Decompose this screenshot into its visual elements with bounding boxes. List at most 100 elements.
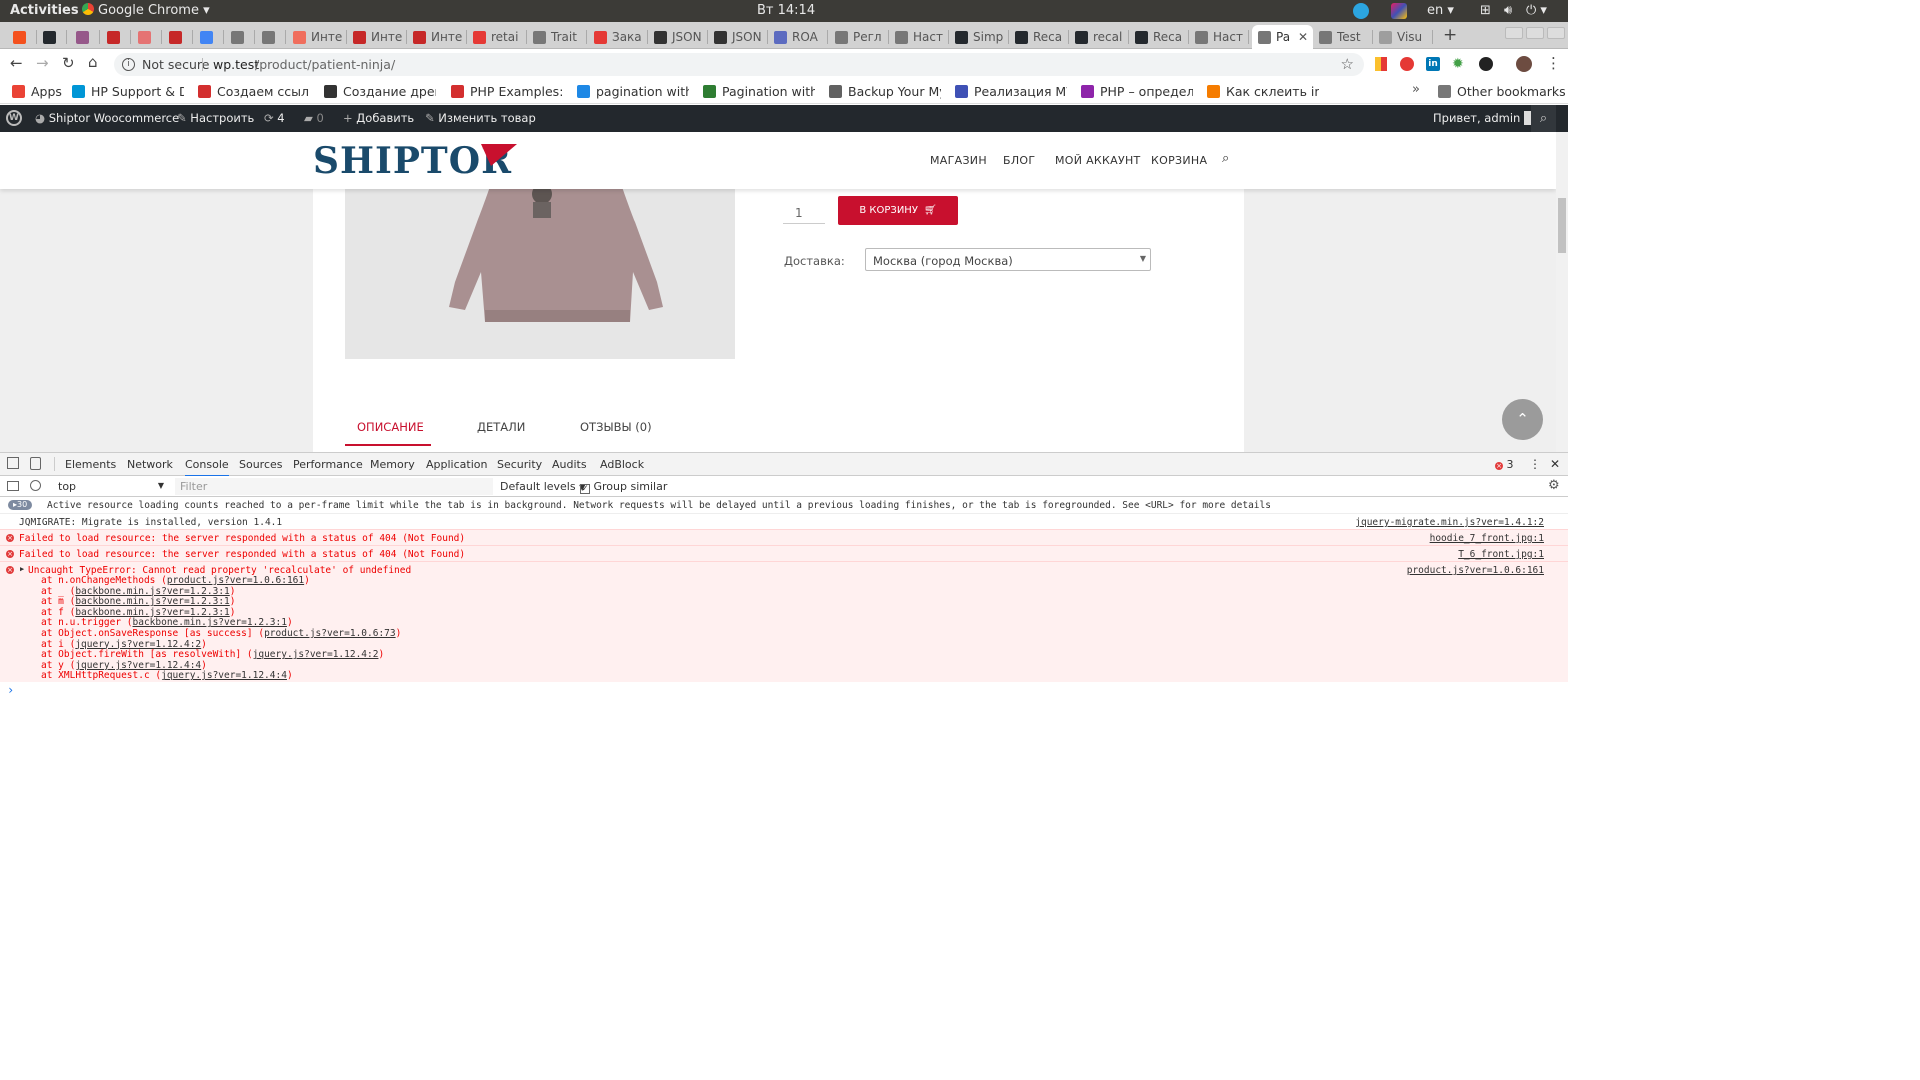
home-icon[interactable]: ⌂	[88, 53, 98, 71]
devtools-close-icon[interactable]: ✕	[1550, 457, 1560, 471]
wp-account-menu[interactable]: Привет, admin	[1433, 111, 1538, 125]
console-message[interactable]: JQMIGRATE: Migrate is installed, version…	[0, 513, 1568, 529]
tab[interactable]: JSON	[648, 25, 708, 49]
stack-frame-link[interactable]: product.js?ver=1.0.6:73	[264, 628, 396, 639]
stack-frame-link[interactable]: jquery.js?ver=1.12.4:4	[75, 660, 201, 671]
stack-frame-link[interactable]: jquery.js?ver=1.12.4:2	[253, 649, 379, 660]
tab[interactable]: Регл	[829, 25, 889, 49]
console-prompt[interactable]: ›	[7, 683, 14, 697]
wp-search-icon[interactable]: ⌕	[1531, 105, 1556, 132]
tab[interactable]: Pa ✕	[1252, 25, 1313, 49]
devtools-tab-network[interactable]: Network	[127, 458, 173, 471]
bookmark-item[interactable]: Backup Your My	[829, 83, 941, 100]
devtools-tab-performance[interactable]: Performance	[293, 458, 363, 471]
profile-avatar[interactable]	[1516, 56, 1532, 72]
sidebar-toggle-icon[interactable]	[7, 481, 19, 491]
tab-details[interactable]: ДЕТАЛИ	[477, 420, 525, 434]
info-icon[interactable]: i	[122, 58, 135, 71]
tab[interactable]: Visu	[1373, 25, 1433, 49]
tab-close-icon[interactable]: ✕	[1298, 30, 1308, 44]
menu-cart[interactable]: КОРЗИНА	[1151, 154, 1207, 167]
devtools-tab-sources[interactable]: Sources	[239, 458, 283, 471]
tab[interactable]: Инте	[407, 25, 467, 49]
console-error[interactable]: × Failed to load resource: the server re…	[0, 545, 1568, 561]
site-search-icon[interactable]: ⌕	[1222, 151, 1230, 166]
message-source-link[interactable]: hoodie_7_front.jpg:1	[1430, 533, 1544, 544]
devtools-tab-adblock[interactable]: AdBlock	[600, 458, 644, 471]
group-similar-checkbox[interactable]: ✓ Group similar	[580, 480, 667, 494]
stack-frame-link[interactable]: product.js?ver=1.0.6:161	[167, 575, 304, 586]
message-source-link[interactable]: T_6_front.jpg:1	[1458, 549, 1544, 560]
tab[interactable]: retai	[467, 25, 527, 49]
stack-frame-link[interactable]: jquery.js?ver=1.12.4:4	[161, 670, 287, 681]
bookmarks-overflow-button[interactable]: »	[1412, 82, 1420, 97]
console-error[interactable]: × ▶ Uncaught TypeError: Cannot read prop…	[0, 561, 1568, 682]
stack-frame-link[interactable]: backbone.min.js?ver=1.2.3:1	[75, 607, 229, 618]
expand-triangle-icon[interactable]: ▶	[20, 565, 24, 573]
menu-shop[interactable]: МАГАЗИН	[930, 154, 987, 167]
tab[interactable]: Наст	[1189, 25, 1249, 49]
tab[interactable]: recal	[1069, 25, 1129, 49]
tab[interactable]	[37, 25, 67, 49]
security-status[interactable]: Not secure	[142, 53, 209, 76]
window-maximize[interactable]	[1526, 27, 1544, 39]
tab[interactable]: Инте	[287, 25, 347, 49]
telegram-icon[interactable]	[1353, 3, 1369, 19]
menu-account[interactable]: МОЙ АККАУНТ	[1055, 154, 1141, 167]
tab[interactable]: Наст	[889, 25, 949, 49]
tab[interactable]	[7, 25, 37, 49]
console-message[interactable]: ▸30 Active resource loading counts reach…	[0, 497, 1568, 513]
window-minimize[interactable]	[1505, 27, 1523, 39]
tab[interactable]	[225, 25, 255, 49]
bookmark-star-icon[interactable]: ☆	[1341, 53, 1354, 76]
tab-description[interactable]: ОПИСАНИЕ	[357, 420, 424, 434]
power-icon[interactable]: ⏻ ▾	[1526, 3, 1547, 19]
tab-reviews[interactable]: ОТЗЫВЫ (0)	[580, 420, 652, 434]
devtools-tab-elements[interactable]: Elements	[65, 458, 116, 471]
bookmark-item[interactable]: Pagination with	[703, 83, 815, 100]
devtools-menu-icon[interactable]: ⋮	[1529, 457, 1541, 471]
device-toolbar-icon[interactable]	[30, 457, 41, 470]
tab[interactable]: JSON	[708, 25, 768, 49]
app-indicator-icon[interactable]	[1391, 3, 1407, 19]
devtools-tab-audits[interactable]: Audits	[552, 458, 587, 471]
tab[interactable]	[132, 25, 162, 49]
bookmark-item[interactable]: Создаем ссылку	[198, 83, 310, 100]
clock[interactable]: Вт 14:14	[757, 3, 815, 19]
devtools-tab-application[interactable]: Application	[426, 458, 487, 471]
bookmark-item[interactable]: PHP Examples: S	[451, 83, 563, 100]
wp-add-new-link[interactable]: + Добавить	[343, 111, 414, 125]
extension-dark-icon[interactable]	[1479, 57, 1493, 71]
stack-frame-link[interactable]: backbone.min.js?ver=1.2.3:1	[75, 586, 229, 597]
bookmark-item[interactable]: PHP – определе	[1081, 83, 1193, 100]
tab[interactable]	[163, 25, 193, 49]
extension-opera-icon[interactable]	[1400, 57, 1414, 71]
wp-site-link[interactable]: ◕ Shiptor Woocommerce	[35, 111, 179, 125]
console-filter-input[interactable]: Filter	[175, 478, 493, 495]
chrome-app-menu[interactable]: Google Chrome ▾	[82, 3, 210, 19]
wp-edit-product-link[interactable]: ✎ Изменить товар	[425, 111, 536, 125]
stack-frame-link[interactable]: jquery.js?ver=1.12.4:2	[75, 639, 201, 650]
new-tab-button[interactable]: +	[1443, 25, 1457, 45]
tab[interactable]: ROA	[768, 25, 828, 49]
omnibox[interactable]: i Not secure wp.test /product/patient-ni…	[114, 53, 1364, 76]
window-close[interactable]	[1547, 27, 1565, 39]
clear-console-icon[interactable]	[30, 480, 41, 491]
stack-frame-link[interactable]: backbone.min.js?ver=1.2.3:1	[75, 596, 229, 607]
tab[interactable]: Test	[1313, 25, 1373, 49]
site-logo[interactable]: SHIPTOR	[313, 138, 523, 184]
error-count-badge[interactable]: × 3	[1495, 458, 1514, 471]
wordpress-icon[interactable]: W	[6, 110, 22, 126]
delivery-select[interactable]: Москва (город Москва) ▼	[865, 248, 1151, 271]
console-settings-gear-icon[interactable]: ⚙	[1548, 478, 1560, 493]
network-icon[interactable]: ⊞	[1480, 3, 1491, 19]
bookmark-item[interactable]: Реализация MV	[955, 83, 1067, 100]
bookmark-item[interactable]: Как склеить ind	[1207, 83, 1319, 100]
tab[interactable]	[194, 25, 224, 49]
reload-icon[interactable]: ↻	[62, 54, 75, 72]
quantity-input[interactable]: 1	[783, 196, 825, 224]
devtools-tab-security[interactable]: Security	[497, 458, 542, 471]
tab[interactable]: Simp	[949, 25, 1009, 49]
stack-frame-link[interactable]: backbone.min.js?ver=1.2.3:1	[133, 617, 287, 628]
scroll-to-top-button[interactable]: ⌃	[1502, 399, 1543, 440]
